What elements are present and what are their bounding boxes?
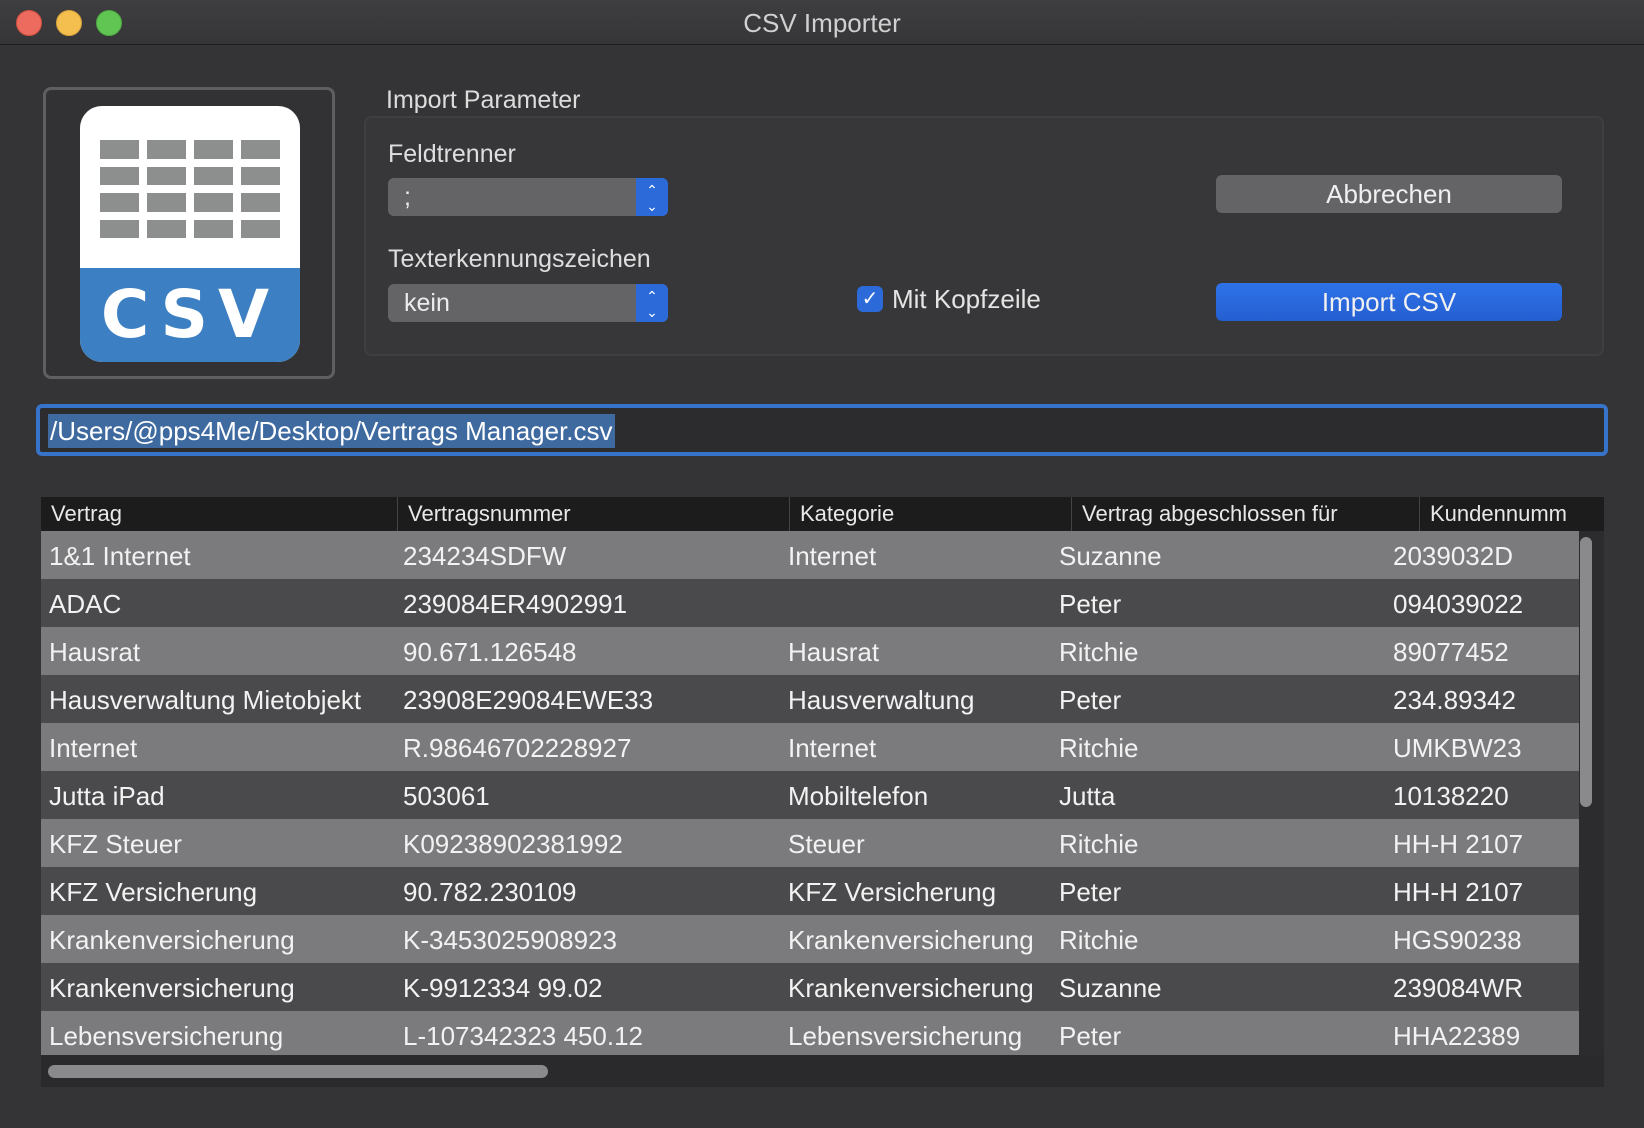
- csv-file-icon: CSV: [80, 106, 300, 362]
- cell-vertrag: Lebensversicherung: [49, 1021, 284, 1051]
- table-row[interactable]: Krankenversicherung K-3453025908923 Kranke…: [41, 915, 1579, 965]
- column-header-kundennummer[interactable]: Kundennumm: [1419, 497, 1604, 531]
- cell-kundennummer: HGS90238: [1393, 925, 1522, 955]
- cell-kundennummer: 239084WR: [1393, 973, 1524, 1003]
- text-qualifier-value: kein: [404, 289, 450, 317]
- column-header-vertrag-abgeschlossen-fuer[interactable]: Vertrag abgeschlossen für: [1071, 497, 1419, 531]
- table-row[interactable]: Lebensversicherung L-107342323 450.12 Lebe…: [41, 1011, 1579, 1055]
- cell-kundennummer: UMKBW23: [1393, 733, 1522, 763]
- import-csv-button[interactable]: Import CSV: [1216, 283, 1562, 321]
- cell-vertrag-abgeschlossen-fuer: Peter: [1059, 877, 1122, 907]
- table-row[interactable]: KFZ Steuer K09238902381992 Steuer Ritchie HH…: [41, 819, 1579, 869]
- csv-preview-table: Vertrag Vertragsnummer Kategorie Vertrag…: [41, 497, 1604, 1087]
- cell-vertragsnummer: K09238902381992: [403, 829, 623, 859]
- popup-chevrons-icon: ⌃ ⌄: [636, 178, 668, 216]
- vertical-scrollbar-thumb[interactable]: [1580, 537, 1592, 807]
- cell-vertrag: Krankenversicherung: [49, 925, 295, 955]
- import-parameter-label: Import Parameter: [386, 86, 581, 114]
- text-qualifier-select[interactable]: kein ⌃ ⌄: [388, 284, 668, 322]
- cell-kundennummer: 2039032D: [1393, 541, 1513, 571]
- cell-vertragsnummer: 234234SDFW: [403, 541, 567, 571]
- file-path-value: /Users/@pps4Me/Desktop/Vertrags Manager.…: [48, 414, 615, 448]
- cell-kundennummer: HHA22389: [1393, 1021, 1521, 1051]
- spreadsheet-grid-icon: [100, 140, 280, 238]
- cell-vertrag-abgeschlossen-fuer: Ritchie: [1059, 637, 1139, 667]
- cell-vertragsnummer: 23908E29084EWE33: [403, 685, 654, 715]
- cell-vertragsnummer: K-9912334 99.02: [403, 973, 603, 1003]
- cell-kategorie: Hausrat: [788, 637, 880, 667]
- field-separator-select[interactable]: ; ⌃ ⌄: [388, 178, 668, 216]
- cell-vertrag: Hausverwaltung Mietobjekt: [49, 685, 362, 715]
- cell-vertragsnummer: L-107342323 450.12: [403, 1021, 644, 1051]
- cell-vertrag: Internet: [49, 733, 138, 763]
- cell-vertrag: Krankenversicherung: [49, 973, 295, 1003]
- cell-vertrag: KFZ Versicherung: [49, 877, 258, 907]
- popup-chevrons-icon: ⌃ ⌄: [636, 284, 668, 322]
- table-body: 1&1 Internet 234234SDFW Internet Suzanne 203…: [41, 531, 1579, 1055]
- window-title: CSV Importer: [743, 8, 901, 38]
- table-row[interactable]: 1&1 Internet 234234SDFW Internet Suzanne 203…: [41, 531, 1579, 581]
- cell-kategorie: [788, 579, 1056, 629]
- table-row[interactable]: Hausrat 90.671.126548 Hausrat Ritchie 890774…: [41, 627, 1579, 677]
- cell-kundennummer: 10138220: [1393, 781, 1509, 811]
- table-header: Vertrag Vertragsnummer Kategorie Vertrag…: [41, 497, 1604, 532]
- cell-vertragsnummer: 239084ER4902991: [403, 589, 628, 619]
- cell-vertrag-abgeschlossen-fuer: Peter: [1059, 589, 1122, 619]
- cell-kategorie: Steuer: [788, 829, 865, 859]
- cell-kategorie: KFZ Versicherung: [788, 877, 997, 907]
- cell-vertrag-abgeschlossen-fuer: Suzanne: [1059, 541, 1162, 571]
- cell-kundennummer: HH-H 2107: [1393, 829, 1524, 859]
- cell-vertragsnummer: 503061: [403, 781, 490, 811]
- header-row-label[interactable]: Mit Kopfzeile: [892, 284, 1041, 315]
- checkmark-icon[interactable]: ✓: [857, 286, 883, 312]
- field-separator-label: Feldtrenner: [388, 140, 516, 168]
- cell-vertrag: ADAC: [49, 589, 122, 619]
- cell-vertrag-abgeschlossen-fuer: Jutta: [1059, 781, 1116, 811]
- column-header-vertragsnummer[interactable]: Vertragsnummer: [397, 497, 789, 531]
- cell-kundennummer: 234.89342: [1393, 685, 1516, 715]
- cell-vertrag-abgeschlossen-fuer: Peter: [1059, 1021, 1122, 1051]
- table-row[interactable]: Jutta iPad 503061 Mobiltelefon Jutta 1013822…: [41, 771, 1579, 821]
- cell-vertragsnummer: 90.671.126548: [403, 637, 577, 667]
- csv-badge: CSV: [80, 268, 300, 362]
- cell-vertrag-abgeschlossen-fuer: Suzanne: [1059, 973, 1162, 1003]
- cell-vertragsnummer: K-3453025908923: [403, 925, 617, 955]
- cell-vertrag-abgeschlossen-fuer: Ritchie: [1059, 829, 1139, 859]
- cell-kategorie: Internet: [788, 733, 877, 763]
- table-row[interactable]: Internet R.98646702228927 Internet Ritchie U…: [41, 723, 1579, 773]
- cell-kategorie: Internet: [788, 541, 877, 571]
- cell-kategorie: Lebensversicherung: [788, 1021, 1023, 1051]
- table-row[interactable]: Krankenversicherung K-9912334 99.02 Kranke…: [41, 963, 1579, 1013]
- cell-vertrag: Hausrat: [49, 637, 141, 667]
- cell-vertrag-abgeschlossen-fuer: Ritchie: [1059, 925, 1139, 955]
- field-separator-value: ;: [404, 183, 411, 211]
- cell-vertrag-abgeschlossen-fuer: Ritchie: [1059, 733, 1139, 763]
- cell-vertragsnummer: 90.782.230109: [403, 877, 577, 907]
- cell-vertrag: KFZ Steuer: [49, 829, 182, 859]
- cell-kategorie: Krankenversicherung: [788, 973, 1034, 1003]
- cell-vertrag: 1&1 Internet: [49, 541, 191, 571]
- cell-kategorie: Hausverwaltung: [788, 685, 975, 715]
- cell-kundennummer: HH-H 2107: [1393, 877, 1524, 907]
- csv-importer-window: CSV Importer CSV Import Parameter Feldtr…: [0, 0, 1644, 1128]
- cell-vertrag: Jutta iPad: [49, 781, 165, 811]
- cell-kundennummer: 89077452: [1393, 637, 1509, 667]
- cell-vertragsnummer: R.98646702228927: [403, 733, 632, 763]
- cancel-button[interactable]: Abbrechen: [1216, 175, 1562, 213]
- horizontal-scrollbar-thumb[interactable]: [48, 1065, 548, 1078]
- text-qualifier-label: Texterkennungszeichen: [388, 245, 651, 273]
- file-path-input[interactable]: /Users/@pps4Me/Desktop/Vertrags Manager.…: [36, 404, 1608, 456]
- title-bar: CSV Importer: [0, 0, 1644, 45]
- table-row[interactable]: Hausverwaltung Mietobjekt 23908E29084EWE3…: [41, 675, 1579, 725]
- table-row[interactable]: KFZ Versicherung 90.782.230109 KFZ Versich…: [41, 867, 1579, 917]
- cell-kategorie: Mobiltelefon: [788, 781, 929, 811]
- cell-kundennummer: 094039022: [1393, 589, 1524, 619]
- table-row[interactable]: ADAC 239084ER4902991 Peter 094039022: [41, 579, 1579, 629]
- column-header-kategorie[interactable]: Kategorie: [789, 497, 1071, 531]
- cell-kategorie: Krankenversicherung: [788, 925, 1034, 955]
- cell-vertrag-abgeschlossen-fuer: Peter: [1059, 685, 1122, 715]
- column-header-vertrag[interactable]: Vertrag: [41, 497, 397, 531]
